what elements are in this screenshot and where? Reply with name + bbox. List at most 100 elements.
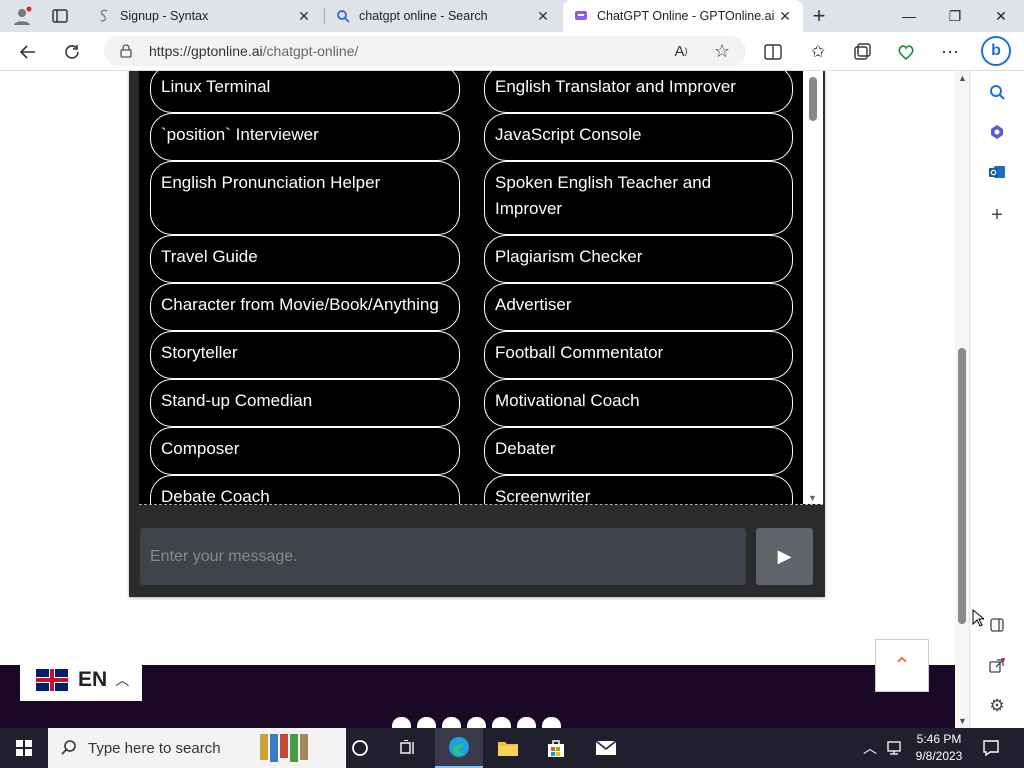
play-icon: ▶ xyxy=(777,546,792,566)
social-icons xyxy=(392,717,561,728)
tab-actions-icon[interactable] xyxy=(47,3,73,29)
lock-icon[interactable] xyxy=(116,38,136,64)
prompt-button[interactable]: Debater xyxy=(484,427,793,475)
tab-chatgpt-search[interactable]: chatgpt online - Search ✕ xyxy=(325,0,561,32)
prompt-button[interactable]: JavaScript Console xyxy=(484,113,793,161)
edge-taskbar-icon[interactable] xyxy=(435,728,483,768)
syntax-icon xyxy=(96,8,112,24)
scrollbar-thumb[interactable] xyxy=(809,77,817,121)
language-switcher[interactable]: EN ︿ xyxy=(20,659,142,701)
prompt-button[interactable]: Plagiarism Checker xyxy=(484,235,793,283)
prompt-list-scrollbar[interactable]: ▼ xyxy=(803,71,823,504)
prompt-button[interactable]: Football Commentator xyxy=(484,331,793,379)
page-scrollbar[interactable]: ▲ ▼ xyxy=(955,71,969,728)
prompt-button[interactable]: Linux Terminal xyxy=(150,71,460,113)
scroll-down-arrow-icon[interactable]: ▼ xyxy=(808,493,817,503)
outlook-icon[interactable] xyxy=(986,161,1008,183)
prompt-button[interactable]: Composer xyxy=(150,427,460,475)
scroll-down-arrow-icon[interactable]: ▼ xyxy=(958,716,967,726)
youtube-icon[interactable] xyxy=(467,717,486,728)
gptonline-icon xyxy=(573,8,589,24)
prompt-button[interactable]: `position` Interviewer xyxy=(150,113,460,161)
prompt-button[interactable]: Advertiser xyxy=(484,283,793,331)
favorite-star-icon[interactable]: ☆ xyxy=(709,38,735,64)
url-path: /chatgpt-online/ xyxy=(262,43,359,59)
minimize-icon[interactable]: — xyxy=(886,0,932,32)
profile-icon[interactable] xyxy=(9,3,35,29)
back-to-top-button[interactable]: ⌃ xyxy=(875,639,929,692)
twitter-icon[interactable] xyxy=(417,717,436,728)
search-icon[interactable] xyxy=(986,81,1008,103)
url-host: https://gptonline.ai xyxy=(149,43,263,59)
url-field[interactable]: https://gptonline.ai/chatgpt-online/ A) … xyxy=(104,36,746,66)
chat-panel: Linux Terminal English Translator and Im… xyxy=(129,71,825,597)
page-scrollbar-thumb[interactable] xyxy=(958,348,966,624)
prompt-button[interactable]: Stand-up Comedian xyxy=(150,379,460,427)
open-external-icon[interactable] xyxy=(986,655,1008,677)
close-tab-icon[interactable]: ✕ xyxy=(296,8,312,24)
prompt-button[interactable]: Storyteller xyxy=(150,331,460,379)
chevron-up-icon: ⌃ xyxy=(892,652,912,678)
search-icon xyxy=(61,740,76,755)
microsoft-store-icon[interactable] xyxy=(532,728,580,768)
start-button[interactable] xyxy=(0,728,48,768)
system-clock[interactable]: 5:46 PM 9/8/2023 xyxy=(912,731,966,765)
edge-sidebar: + ⚙ xyxy=(969,71,1024,728)
pinterest-icon[interactable] xyxy=(517,717,536,728)
facebook-icon[interactable] xyxy=(392,717,411,728)
message-input[interactable] xyxy=(140,528,746,585)
mail-icon[interactable] xyxy=(582,728,630,768)
uk-flag-icon xyxy=(36,669,68,691)
taskbar-search[interactable]: Type here to search xyxy=(48,728,346,768)
search-icon xyxy=(335,8,351,24)
prompt-button[interactable]: Character from Movie/Book/Anything xyxy=(150,283,460,331)
favorites-icon[interactable]: ✩ xyxy=(805,39,831,65)
cortana-icon[interactable] xyxy=(336,728,384,768)
close-tab-icon[interactable]: ✕ xyxy=(535,8,551,24)
prompt-button[interactable]: Screenwriter xyxy=(484,475,793,504)
reddit-icon[interactable] xyxy=(492,717,511,728)
more-menu-icon[interactable]: ⋯ xyxy=(937,39,963,65)
hide-sidebar-icon[interactable] xyxy=(986,614,1008,636)
send-button[interactable]: ▶ xyxy=(756,528,813,585)
prompt-button[interactable]: Motivational Coach xyxy=(484,379,793,427)
collections-icon[interactable] xyxy=(849,39,875,65)
tiktok-icon[interactable] xyxy=(542,717,561,728)
settings-gear-icon[interactable]: ⚙ xyxy=(986,695,1008,717)
split-screen-icon[interactable] xyxy=(760,39,786,65)
prompt-button[interactable]: Spoken English Teacher and Improver xyxy=(484,161,793,235)
restore-icon[interactable]: ❐ xyxy=(932,0,978,32)
new-tab-icon[interactable]: + xyxy=(806,3,832,29)
scroll-up-arrow-icon[interactable]: ▲ xyxy=(958,73,967,83)
file-explorer-icon[interactable] xyxy=(484,728,532,768)
page-content: Linux Terminal English Translator and Im… xyxy=(0,71,955,728)
back-icon[interactable] xyxy=(15,39,41,65)
prompt-list: Linux Terminal English Translator and Im… xyxy=(139,71,823,505)
shopping-icon[interactable] xyxy=(986,121,1008,143)
add-sidebar-app-icon[interactable]: + xyxy=(986,204,1008,226)
close-tab-icon[interactable]: ✕ xyxy=(777,8,793,24)
tab-chatgpt-online[interactable]: ChatGPT Online - GPTOnline.ai ✕ xyxy=(563,0,803,32)
search-highlight-icon xyxy=(260,734,308,762)
read-aloud-icon[interactable]: A) xyxy=(668,38,694,64)
tab-title: ChatGPT Online - GPTOnline.ai xyxy=(597,9,775,23)
notifications-icon[interactable] xyxy=(968,728,1014,768)
clock-time: 5:46 PM xyxy=(916,732,962,746)
prompt-button[interactable]: Debate Coach xyxy=(150,475,460,504)
prompt-button[interactable]: Travel Guide xyxy=(150,235,460,283)
task-view-icon[interactable] xyxy=(384,728,432,768)
refresh-icon[interactable] xyxy=(59,39,85,65)
chevron-up-icon: ︿ xyxy=(115,672,130,688)
close-window-icon[interactable]: ✕ xyxy=(978,0,1024,32)
prompt-button[interactable]: English Translator and Improver xyxy=(484,71,793,113)
browser-tab-bar: Signup - Syntax ✕ chatgpt online - Searc… xyxy=(0,0,1024,32)
tab-title: chatgpt online - Search xyxy=(359,9,488,23)
instagram-icon[interactable] xyxy=(442,717,461,728)
clock-date: 9/8/2023 xyxy=(915,749,963,763)
tab-signup-syntax[interactable]: Signup - Syntax ✕ xyxy=(86,0,322,32)
browser-essentials-icon[interactable] xyxy=(893,39,919,65)
prompt-button[interactable]: English Pronunciation Helper xyxy=(150,161,460,235)
tab-title: Signup - Syntax xyxy=(120,9,209,23)
windows-taskbar: Type here to search ︿ 5:46 PM 9/8/2023 xyxy=(0,728,1024,768)
bing-chat-icon[interactable]: b xyxy=(981,36,1011,66)
